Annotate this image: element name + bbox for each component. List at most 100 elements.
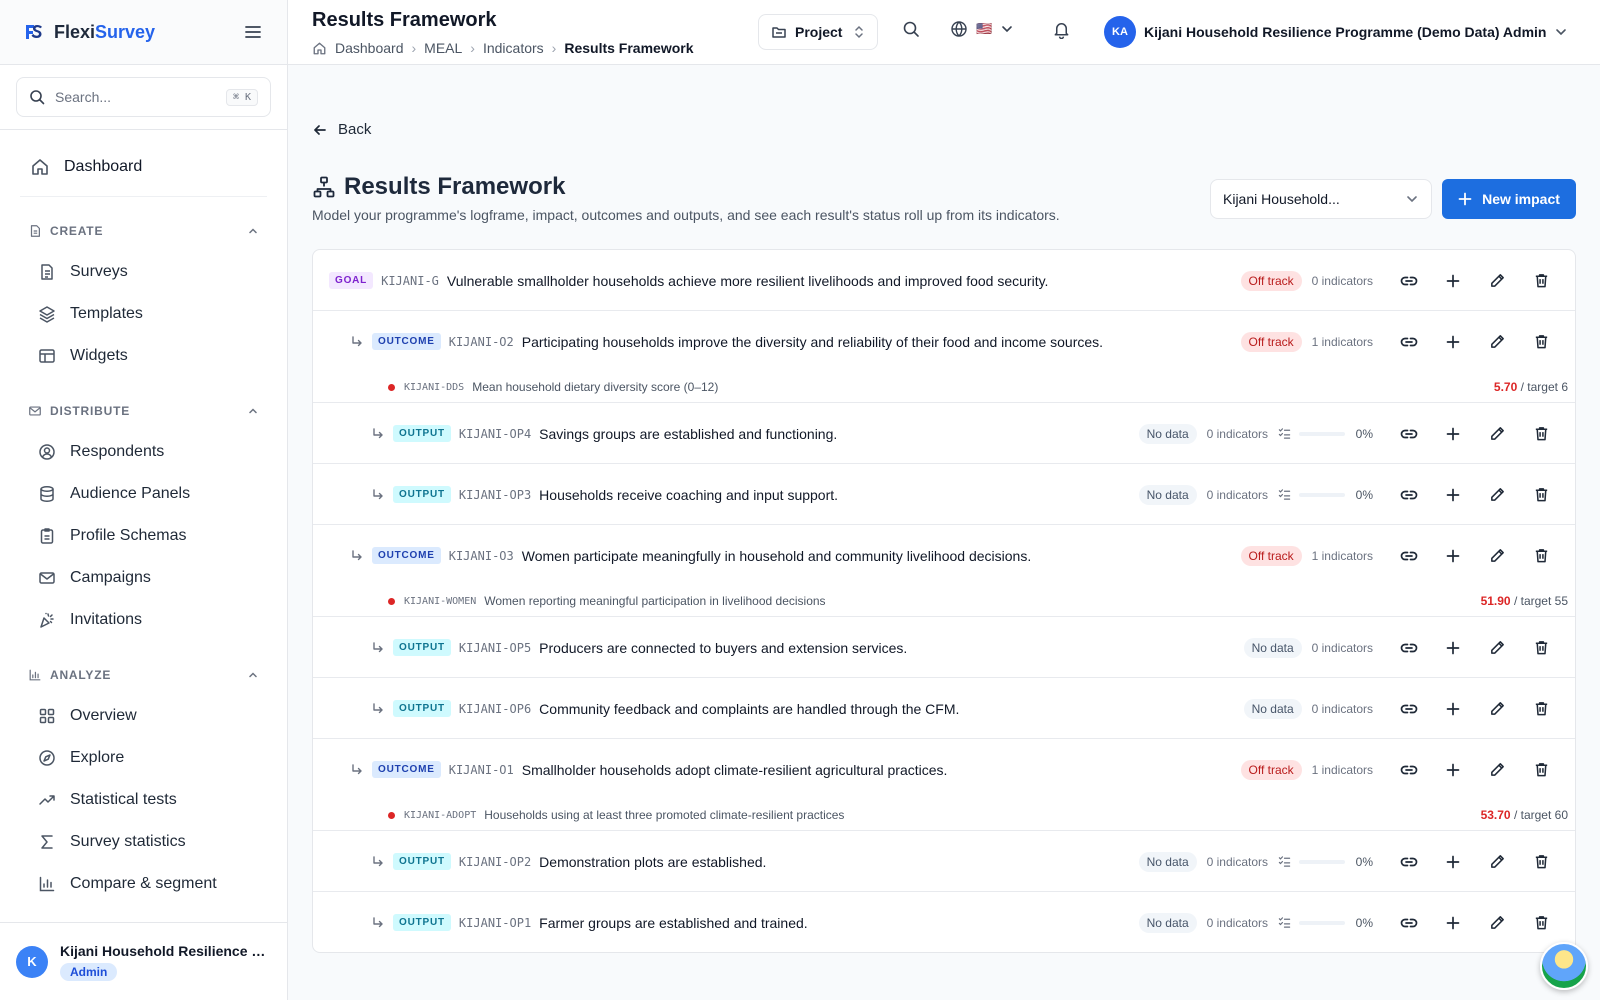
- edit-pencil-icon[interactable]: [1475, 905, 1519, 941]
- delete-trash-icon[interactable]: [1519, 691, 1563, 727]
- add-child-icon[interactable]: [1431, 905, 1475, 941]
- breadcrumb-dashboard[interactable]: Dashboard: [335, 40, 404, 56]
- delete-trash-icon[interactable]: [1519, 905, 1563, 941]
- language-switcher[interactable]: 🇺🇸: [950, 20, 1014, 38]
- link-indicator-icon[interactable]: [1387, 324, 1431, 360]
- edit-pencil-icon[interactable]: [1475, 416, 1519, 452]
- edit-pencil-icon[interactable]: [1475, 477, 1519, 513]
- edit-pencil-icon[interactable]: [1475, 630, 1519, 666]
- edit-pencil-icon[interactable]: [1475, 691, 1519, 727]
- add-child-icon[interactable]: [1431, 324, 1475, 360]
- link-indicator-icon[interactable]: [1387, 630, 1431, 666]
- status-badge: Off track: [1240, 270, 1302, 291]
- indicator-count: 0 indicators: [1311, 640, 1373, 655]
- sidebar-item-dashboard[interactable]: Dashboard: [0, 146, 287, 188]
- account-menu[interactable]: KA Kijani Household Resilience Programme…: [1104, 16, 1568, 48]
- list-checks-icon: [1278, 489, 1291, 500]
- programme-select[interactable]: Kijani Household...: [1210, 179, 1432, 219]
- result-title: Demonstration plots are established.: [539, 853, 767, 870]
- sidebar-item-explore[interactable]: Explore: [0, 737, 287, 779]
- link-indicator-icon[interactable]: [1387, 844, 1431, 880]
- add-child-icon[interactable]: [1431, 630, 1475, 666]
- bell-icon[interactable]: [1052, 20, 1071, 39]
- result-code: KIJANI-OP4: [458, 426, 532, 441]
- sidebar-item-statistical-tests[interactable]: Statistical tests: [0, 779, 287, 821]
- delete-trash-icon[interactable]: [1519, 324, 1563, 360]
- add-child-icon[interactable]: [1431, 538, 1475, 574]
- delete-trash-icon[interactable]: [1519, 477, 1563, 513]
- framework-row-output[interactable]: OUTPUT KIJANI-OP5 Producers are connecte…: [313, 617, 1575, 678]
- delete-trash-icon[interactable]: [1519, 752, 1563, 788]
- sidebar-item-audience-panels[interactable]: Audience Panels: [0, 473, 287, 515]
- edit-pencil-icon[interactable]: [1475, 844, 1519, 880]
- indicator-line[interactable]: KIJANI-WOMEN Women reporting meaningful …: [313, 586, 1575, 616]
- menu-toggle-icon[interactable]: [243, 22, 263, 42]
- add-child-icon[interactable]: [1431, 416, 1475, 452]
- sidebar-item-campaigns[interactable]: Campaigns: [0, 557, 287, 599]
- sidebar-search[interactable]: Search... ⌘ K: [16, 77, 271, 117]
- delete-trash-icon[interactable]: [1519, 538, 1563, 574]
- sidebar-item-overview[interactable]: Overview: [0, 695, 287, 737]
- framework-row-outcome[interactable]: OUTCOME KIJANI-O3 Women participate mean…: [313, 525, 1575, 617]
- result-code: KIJANI-OP5: [458, 640, 532, 655]
- back-button[interactable]: Back: [312, 121, 371, 138]
- delete-trash-icon[interactable]: [1519, 416, 1563, 452]
- framework-row-output[interactable]: OUTPUT KIJANI-OP2 Demonstration plots ar…: [313, 831, 1575, 892]
- section-create[interactable]: CREATE: [0, 221, 287, 241]
- delete-trash-icon[interactable]: [1519, 844, 1563, 880]
- indicator-line[interactable]: KIJANI-DDS Mean household dietary divers…: [313, 372, 1575, 402]
- project-switcher[interactable]: Project: [758, 14, 878, 50]
- link-indicator-icon[interactable]: [1387, 263, 1431, 299]
- layout-icon: [38, 347, 56, 365]
- status-badge: No data: [1138, 423, 1197, 444]
- add-child-icon[interactable]: [1431, 691, 1475, 727]
- indicator-line[interactable]: KIJANI-ADOPT Households using at least t…: [313, 800, 1575, 830]
- sidebar-item-invitations[interactable]: Invitations: [0, 599, 287, 641]
- status-badge: No data: [1138, 484, 1197, 505]
- edit-pencil-icon[interactable]: [1475, 752, 1519, 788]
- section-analyze[interactable]: ANALYZE: [0, 665, 287, 685]
- sidebar-item-survey-statistics[interactable]: Survey statistics: [0, 821, 287, 863]
- sidebar-item-surveys[interactable]: Surveys: [0, 251, 287, 293]
- indicator-count: 1 indicators: [1311, 334, 1373, 349]
- link-indicator-icon[interactable]: [1387, 905, 1431, 941]
- sidebar-item-profile-schemas[interactable]: Profile Schemas: [0, 515, 287, 557]
- framework-row-output[interactable]: OUTPUT KIJANI-OP6 Community feedback and…: [313, 678, 1575, 739]
- framework-row-outcome[interactable]: OUTCOME KIJANI-O2 Participating househol…: [313, 311, 1575, 403]
- add-child-icon[interactable]: [1431, 844, 1475, 880]
- edit-pencil-icon[interactable]: [1475, 263, 1519, 299]
- section-distribute[interactable]: DISTRIBUTE: [0, 401, 287, 421]
- link-indicator-icon[interactable]: [1387, 752, 1431, 788]
- framework-row-output[interactable]: OUTPUT KIJANI-OP1 Farmer groups are esta…: [313, 892, 1575, 952]
- link-indicator-icon[interactable]: [1387, 538, 1431, 574]
- breadcrumb-indicators[interactable]: Indicators: [483, 40, 544, 56]
- brand-logo[interactable]: FlexiSurvey: [24, 22, 155, 43]
- search-icon[interactable]: [902, 20, 920, 38]
- breadcrumb-meal[interactable]: MEAL: [424, 40, 462, 56]
- edit-pencil-icon[interactable]: [1475, 538, 1519, 574]
- add-child-icon[interactable]: [1431, 477, 1475, 513]
- user-circle-icon: [38, 443, 56, 461]
- sidebar-user-card[interactable]: K Kijani Household Resilience Programme …: [0, 922, 287, 1000]
- result-title: Farmer groups are established and traine…: [539, 914, 808, 931]
- sidebar-item-compare-segment[interactable]: Compare & segment: [0, 863, 287, 905]
- add-child-icon[interactable]: [1431, 752, 1475, 788]
- link-indicator-icon[interactable]: [1387, 691, 1431, 727]
- delete-trash-icon[interactable]: [1519, 630, 1563, 666]
- framework-row-output[interactable]: OUTPUT KIJANI-OP3 Households receive coa…: [313, 464, 1575, 525]
- link-indicator-icon[interactable]: [1387, 477, 1431, 513]
- link-indicator-icon[interactable]: [1387, 416, 1431, 452]
- chevron-down-icon: [1407, 196, 1417, 203]
- assistant-avatar-button[interactable]: [1540, 942, 1588, 990]
- new-impact-button[interactable]: New impact: [1442, 179, 1576, 219]
- delete-trash-icon[interactable]: [1519, 263, 1563, 299]
- framework-row-goal[interactable]: GOAL KIJANI-G Vulnerable smallholder hou…: [313, 250, 1575, 311]
- framework-row-outcome[interactable]: OUTCOME KIJANI-O1 Smallholder households…: [313, 739, 1575, 831]
- sidebar-item-respondents[interactable]: Respondents: [0, 431, 287, 473]
- search-icon: [30, 90, 45, 105]
- framework-row-output[interactable]: OUTPUT KIJANI-OP4 Savings groups are est…: [313, 403, 1575, 464]
- edit-pencil-icon[interactable]: [1475, 324, 1519, 360]
- add-child-icon[interactable]: [1431, 263, 1475, 299]
- sidebar-item-templates[interactable]: Templates: [0, 293, 287, 335]
- sidebar-item-widgets[interactable]: Widgets: [0, 335, 287, 377]
